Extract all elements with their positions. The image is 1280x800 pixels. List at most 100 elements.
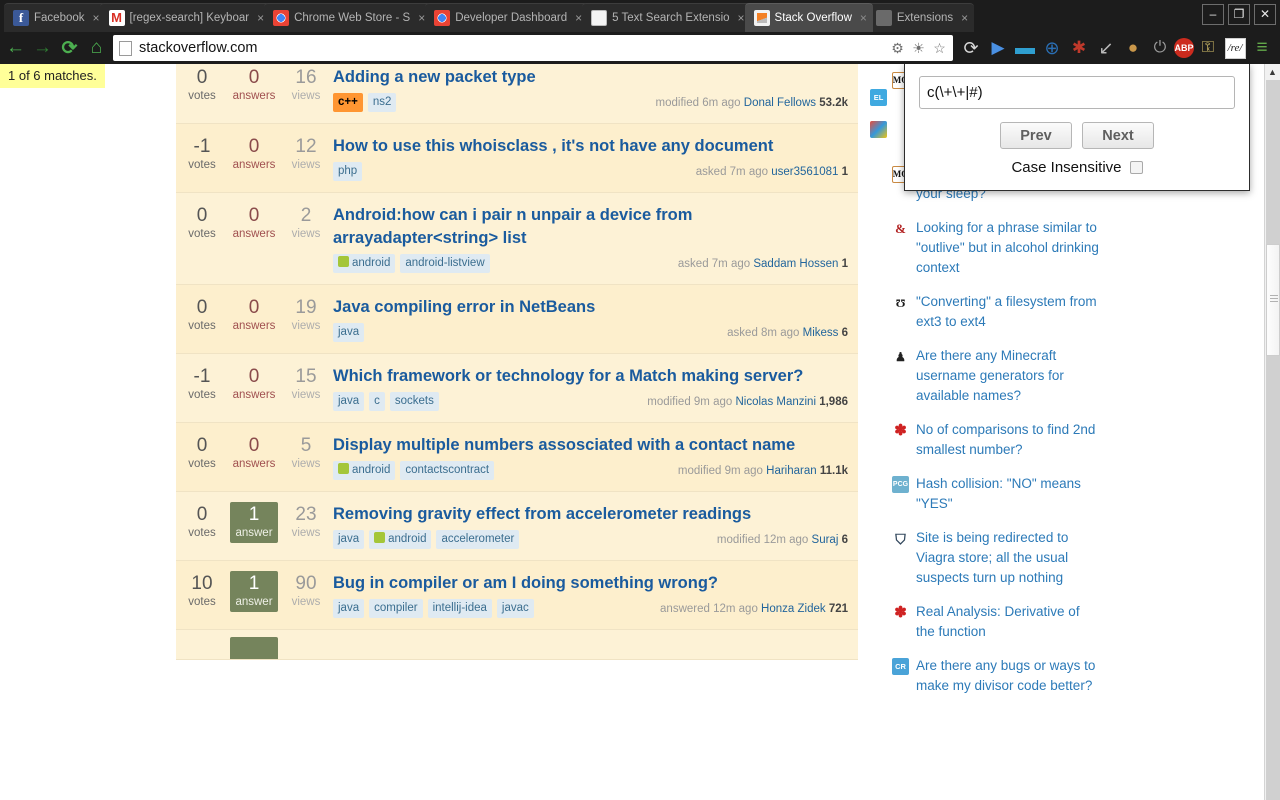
author-link[interactable]: Suraj xyxy=(812,534,839,546)
regex-search-icon[interactable]: /re/ xyxy=(1222,34,1248,62)
author-link[interactable]: user3561081 xyxy=(771,166,838,178)
asterisk-icon[interactable]: ✱ xyxy=(1066,34,1092,62)
power-icon[interactable]: ⏻ xyxy=(1147,34,1173,62)
tab-close-icon[interactable]: × xyxy=(961,12,968,24)
list-item[interactable]: ⛉ Site is being redirected to Viagra sto… xyxy=(892,528,1102,588)
minimize-button[interactable]: – xyxy=(1202,4,1224,25)
prev-button[interactable]: Prev xyxy=(1000,122,1072,149)
question-title-link[interactable]: Removing gravity effect from acceleromet… xyxy=(333,503,848,526)
tag-android[interactable]: android xyxy=(369,530,432,549)
list-item[interactable]: PCG Hash collision: "NO" means "YES" xyxy=(892,474,1102,514)
case-insensitive-checkbox[interactable] xyxy=(1129,161,1143,174)
scrollbar-track-lower[interactable] xyxy=(1266,356,1280,800)
electronics-site-icon[interactable]: EL xyxy=(870,89,887,106)
globe-icon[interactable]: ⊕ xyxy=(1039,34,1065,62)
close-button[interactable]: ✕ xyxy=(1254,4,1276,25)
next-button[interactable]: Next xyxy=(1082,122,1154,149)
home-icon[interactable]: ⌂ xyxy=(83,34,110,62)
tag-javac[interactable]: javac xyxy=(496,599,534,618)
hot-question-link[interactable]: Are there any Minecraft username generat… xyxy=(916,346,1102,406)
tab-developer-dashboard[interactable]: Developer Dashboard × xyxy=(425,3,589,32)
address-bar[interactable]: stackoverflow.com ⚙ ☀ ☆ xyxy=(113,35,953,61)
question-title-link[interactable]: How to use this whoisclass , it's not ha… xyxy=(333,135,848,158)
tag-php[interactable]: php xyxy=(333,162,363,181)
scrollbar-track-upper[interactable] xyxy=(1266,80,1280,244)
adblock-plus-icon[interactable]: ABP xyxy=(1174,38,1194,58)
tag-contactscontract[interactable]: contactscontract xyxy=(400,461,495,480)
tab-chrome-web-store[interactable]: Chrome Web Store - S × xyxy=(264,3,432,32)
author-link[interactable]: Mikess xyxy=(803,327,839,339)
table-row[interactable]: 0 votes 0 answers 16 views Adding a new … xyxy=(176,64,858,124)
question-title-link[interactable]: Android:how can i pair n unpair a device… xyxy=(333,204,848,250)
tag-c[interactable]: c xyxy=(369,392,385,411)
tab-close-icon[interactable]: × xyxy=(738,12,745,24)
hot-question-link[interactable]: Real Analysis: Derivative of the functio… xyxy=(916,602,1102,642)
table-row[interactable]: 0 votes 0 answers 5 views Display multip… xyxy=(176,423,858,492)
tab-extensions[interactable]: Extensions × xyxy=(866,3,975,32)
question-title-link[interactable]: Java compiling error in NetBeans xyxy=(333,296,848,319)
tag-android[interactable]: android xyxy=(333,461,396,480)
tag-cpp[interactable]: c++ xyxy=(333,93,363,112)
question-title-link[interactable]: Adding a new packet type xyxy=(333,66,848,89)
tag-compiler[interactable]: compiler xyxy=(369,599,423,618)
tag-android-listview[interactable]: android-listview xyxy=(400,254,490,273)
tab-regex-search-keyboard[interactable]: M [regex-search] Keyboar × xyxy=(99,3,271,32)
back-icon[interactable]: ← xyxy=(2,34,29,62)
tab-stack-overflow[interactable]: Stack Overflow × xyxy=(744,3,873,32)
table-row[interactable]: 10 votes 1 answer 90 views Bug in compil… xyxy=(176,561,858,630)
play-button-icon[interactable]: ▶ xyxy=(985,34,1011,62)
notebook-icon[interactable]: ▬ xyxy=(1012,34,1038,62)
reload-icon[interactable]: ⟳ xyxy=(56,34,83,62)
tag-java[interactable]: java xyxy=(333,323,365,342)
author-link[interactable]: Honza Zidek xyxy=(761,603,826,615)
regex-input[interactable] xyxy=(919,76,1235,109)
table-row-partial[interactable] xyxy=(176,630,858,660)
page-scrollbar[interactable]: ▲ xyxy=(1264,64,1280,800)
tag-java[interactable]: java xyxy=(333,530,365,549)
question-title-link[interactable]: Which framework or technology for a Matc… xyxy=(333,365,848,388)
tag-java[interactable]: java xyxy=(333,599,365,618)
hot-question-link[interactable]: No of comparisons to find 2nd smallest n… xyxy=(916,420,1102,460)
lock-key-icon[interactable]: ⚿ xyxy=(1195,34,1221,62)
tab-close-icon[interactable]: × xyxy=(93,12,100,24)
cookie-icon[interactable]: ● xyxy=(1120,34,1146,62)
forward-icon[interactable]: → xyxy=(29,34,56,62)
tab-close-icon[interactable]: × xyxy=(575,12,582,24)
list-item[interactable]: & Looking for a phrase similar to "outli… xyxy=(892,218,1102,278)
author-link[interactable]: Nicolas Manzini xyxy=(735,396,816,408)
question-title-link[interactable]: Bug in compiler or am I doing something … xyxy=(333,572,848,595)
list-item[interactable]: ✽ No of comparisons to find 2nd smallest… xyxy=(892,420,1102,460)
question-title-link[interactable] xyxy=(333,638,848,652)
hot-question-link[interactable]: Hash collision: "NO" means "YES" xyxy=(916,474,1102,514)
tab-close-icon[interactable]: × xyxy=(418,12,425,24)
translate-icon[interactable]: ⚙ xyxy=(888,39,907,58)
graphicdesign-site-icon[interactable] xyxy=(870,121,887,138)
sync-refresh-icon[interactable]: ⟳ xyxy=(958,34,984,62)
list-item[interactable]: ✽ Real Analysis: Derivative of the funct… xyxy=(892,602,1102,642)
table-row[interactable]: 0 votes 1 answer 23 views Removing gravi… xyxy=(176,492,858,561)
table-row[interactable]: 0 votes 0 answers 19 views Java compilin… xyxy=(176,285,858,354)
scrollbar-thumb[interactable] xyxy=(1266,244,1280,356)
table-row[interactable]: -1 votes 0 answers 15 views Which framew… xyxy=(176,354,858,423)
tab-close-icon[interactable]: × xyxy=(860,12,867,24)
lightbulb-icon[interactable]: ☀ xyxy=(909,39,928,58)
list-item[interactable]: Ʊ "Converting" a filesystem from ext3 to… xyxy=(892,292,1102,332)
tag-android[interactable]: android xyxy=(333,254,396,273)
question-title-link[interactable]: Display multiple numbers assosciated wit… xyxy=(333,434,848,457)
tab-text-search-extensions[interactable]: 5 Text Search Extensio × xyxy=(582,3,751,32)
tab-close-icon[interactable]: × xyxy=(257,12,264,24)
maximize-button[interactable]: ❐ xyxy=(1228,4,1250,25)
list-item[interactable]: CR Are there any bugs or ways to make my… xyxy=(892,656,1102,696)
tag-ns2[interactable]: ns2 xyxy=(367,93,397,112)
table-row[interactable]: 0 votes 0 answers 2 views Android:how ca… xyxy=(176,193,858,285)
author-link[interactable]: Donal Fellows xyxy=(744,97,816,109)
scroll-up-arrow-icon[interactable]: ▲ xyxy=(1265,64,1280,80)
hot-question-link[interactable]: Are there any bugs or ways to make my di… xyxy=(916,656,1102,696)
tag-sockets[interactable]: sockets xyxy=(389,392,439,411)
hot-question-link[interactable]: "Converting" a filesystem from ext3 to e… xyxy=(916,292,1102,332)
list-item[interactable]: ♟ Are there any Minecraft username gener… xyxy=(892,346,1102,406)
table-row[interactable]: -1 votes 0 answers 12 views How to use t… xyxy=(176,124,858,193)
tab-facebook[interactable]: f Facebook × xyxy=(4,3,106,32)
bookmark-star-icon[interactable]: ☆ xyxy=(930,39,949,58)
author-link[interactable]: Saddam Hossen xyxy=(753,258,838,270)
